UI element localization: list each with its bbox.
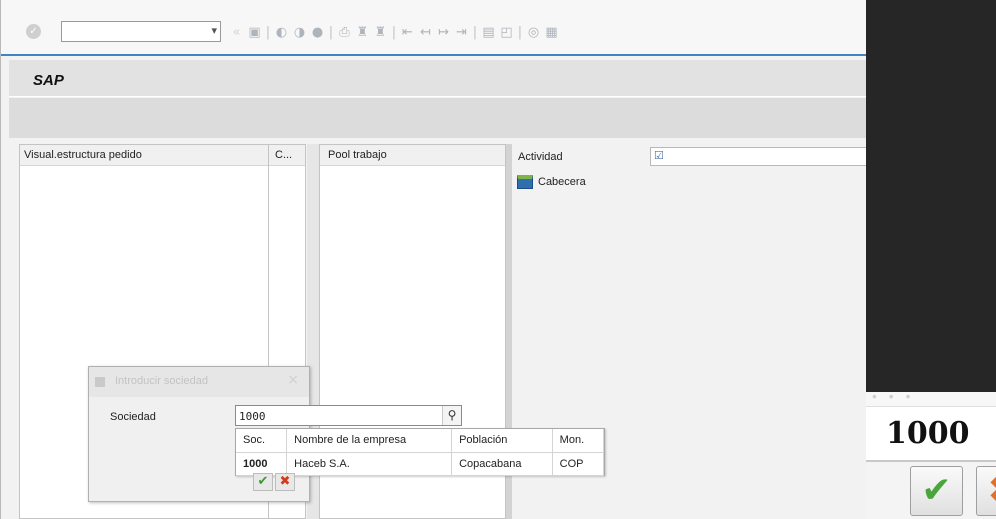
shortcut-icon[interactable]: ◰ — [499, 25, 514, 40]
dialog-title-bar[interactable]: Introducir sociedad × — [89, 367, 309, 397]
order-structure-title[interactable]: Visual.estructura pedido — [24, 149, 142, 161]
chevron-down-icon[interactable]: ▾ — [211, 24, 217, 37]
value-help-dropdown: Soc. Nombre de la empresa Población Mon.… — [235, 428, 605, 476]
cancel-button[interactable]: ✖ — [275, 473, 295, 491]
zoomed-company-code-field: 1000 — [866, 406, 996, 462]
page-title: SAP — [33, 72, 64, 89]
toolbar-separator: | — [391, 24, 397, 40]
previous-page-icon[interactable]: ↤ — [418, 25, 433, 40]
title-bar: SAP — [9, 60, 867, 97]
toolbar-separator: | — [472, 24, 478, 40]
column-header: Soc. — [236, 429, 288, 453]
find-icon[interactable]: ♜ — [355, 25, 370, 40]
city-cell[interactable]: Copacabana — [451, 452, 553, 476]
zoomed-dialog-buttons: ✔ ✖ — [866, 462, 996, 519]
order-structure-header: Visual.estructura pedido C... — [20, 145, 305, 166]
value-help-header-row: Soc. Nombre de la empresa Población Mon. — [236, 429, 605, 453]
confirm-button[interactable]: ✔ — [253, 473, 273, 491]
checkbox-icon: ☑ — [654, 149, 664, 162]
toolbar-separator: | — [328, 24, 334, 40]
table-row[interactable]: 1000 Haceb S.A. Copacabana COP — [236, 452, 605, 476]
dialog-title: Introducir sociedad — [115, 375, 208, 387]
enter-icon[interactable]: ✓ — [26, 24, 41, 39]
zoom-overlay-strip: • • • — [866, 392, 996, 406]
dialog-buttons: ✔ ✖ — [253, 473, 295, 491]
company-name-cell[interactable]: Haceb S.A. — [286, 452, 453, 476]
first-page-icon[interactable]: ⇤ — [400, 25, 415, 40]
company-code-input[interactable]: 1000 ⚲ — [235, 405, 462, 426]
exit-icon[interactable]: ◑ — [292, 25, 307, 40]
system-toolbar: ✓ ▾ « ▣ | ◐ ◑ ● | ⎙ ♜ ♜ | ⇤ ↤ ↦ ⇥ | ▤ ◰ … — [1, 0, 867, 56]
toolbar-separator: | — [517, 24, 523, 40]
company-code-cell[interactable]: 1000 — [236, 452, 288, 476]
help-icon[interactable]: ◎ — [526, 25, 541, 40]
activity-field[interactable]: ☑ — [650, 147, 867, 166]
activity-label: Actividad — [518, 151, 563, 163]
column-header: Población — [451, 429, 553, 453]
work-pool-title[interactable]: Pool trabajo — [328, 149, 387, 161]
zoomed-confirm-button[interactable]: ✔ — [910, 466, 963, 516]
currency-cell[interactable]: COP — [552, 452, 605, 476]
new-session-icon[interactable]: ▤ — [481, 25, 496, 40]
last-page-icon[interactable]: ⇥ — [454, 25, 469, 40]
work-pool-header: Pool trabajo — [320, 145, 505, 166]
close-icon[interactable]: × — [287, 372, 299, 388]
next-page-icon[interactable]: ↦ — [436, 25, 451, 40]
back-icon[interactable]: ◐ — [274, 25, 289, 40]
header-item[interactable]: Cabecera — [517, 173, 586, 191]
column-header: Mon. — [552, 429, 605, 453]
toolbar-separator: « — [232, 24, 241, 40]
search-icon[interactable]: ⚲ — [442, 406, 461, 425]
command-field[interactable]: ▾ — [61, 21, 221, 42]
zoomed-cancel-button[interactable]: ✖ — [976, 466, 996, 516]
document-header-icon — [517, 175, 533, 189]
toolbar-separator: | — [265, 24, 271, 40]
column-header-c[interactable]: C... — [275, 149, 292, 161]
zoomed-company-code-value: 1000 — [886, 416, 970, 451]
zoom-strip-glyphs: • • • — [872, 392, 915, 404]
zoom-overlay-background — [866, 0, 996, 392]
print-icon[interactable]: ⎙ — [337, 25, 352, 40]
dialog-icon — [95, 377, 105, 387]
cancel-icon[interactable]: ● — [310, 25, 325, 40]
company-code-value: 1000 — [239, 410, 266, 423]
save-icon[interactable]: ▣ — [247, 25, 262, 40]
toolbar-icon-group: « ▣ | ◐ ◑ ● | ⎙ ♜ ♜ | ⇤ ↤ ↦ ⇥ | ▤ ◰ | ◎ … — [229, 22, 559, 42]
customize-icon[interactable]: ▦ — [544, 25, 559, 40]
application-toolbar — [9, 98, 867, 138]
column-header: Nombre de la empresa — [286, 429, 453, 453]
find-next-icon[interactable]: ♜ — [373, 25, 388, 40]
company-code-label: Sociedad — [110, 411, 156, 423]
header-item-label: Cabecera — [538, 176, 586, 188]
value-help-table: Soc. Nombre de la empresa Población Mon.… — [236, 429, 605, 476]
